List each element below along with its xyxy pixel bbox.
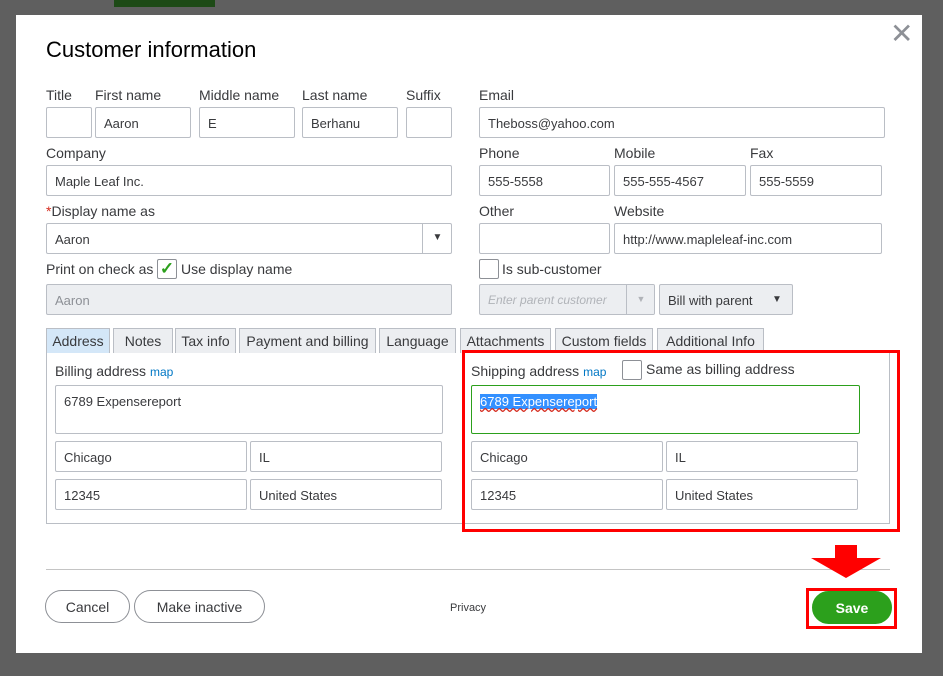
print-on-check-label: Print on check as	[46, 261, 154, 277]
chevron-down-icon[interactable]: ▼	[626, 285, 654, 314]
arrow-down-icon	[811, 545, 881, 578]
company-input[interactable]: Maple Leaf Inc.	[46, 165, 452, 196]
bill-with-parent-select[interactable]: Bill with parent ▼	[659, 284, 793, 315]
close-icon[interactable]: ✕	[890, 20, 913, 48]
use-display-name-label: Use display name	[181, 261, 293, 277]
print-on-check-input[interactable]: Aaron	[46, 284, 452, 315]
billing-map-link[interactable]: map	[150, 365, 173, 379]
billing-country-input[interactable]: United States	[250, 479, 442, 510]
footer-divider	[46, 569, 890, 570]
display-name-value: Aaron	[55, 232, 90, 247]
mobile-label: Mobile	[614, 145, 656, 161]
billing-state-input[interactable]: IL	[250, 441, 442, 472]
billing-address-label: Billing address	[55, 363, 147, 379]
title-label: Title	[46, 87, 72, 103]
first-name-input[interactable]: Aaron	[95, 107, 191, 138]
other-input[interactable]	[479, 223, 610, 254]
fax-input[interactable]: 555-5559	[750, 165, 882, 196]
billing-city-input[interactable]: Chicago	[55, 441, 247, 472]
suffix-label: Suffix	[406, 87, 441, 103]
chevron-down-icon[interactable]: ▼	[422, 224, 451, 253]
privacy-link[interactable]: Privacy	[450, 602, 486, 614]
tab-payment-and-billing[interactable]: Payment and billing	[239, 328, 376, 353]
annotation-highlight-box	[462, 350, 900, 532]
sub-customer-checkbox[interactable]	[479, 259, 499, 279]
email-input[interactable]: Theboss@yahoo.com	[479, 107, 885, 138]
bill-with-parent-value: Bill with parent	[668, 293, 753, 308]
first-name-label: First name	[95, 87, 162, 103]
display-name-label: Display name as	[51, 203, 155, 219]
dialog-title: Customer information	[46, 37, 257, 62]
mobile-input[interactable]: 555-555-4567	[614, 165, 746, 196]
sub-customer-label: Is sub-customer	[502, 261, 602, 277]
last-name-input[interactable]: Berhanu	[302, 107, 398, 138]
company-label: Company	[46, 145, 106, 161]
tab-tax-info[interactable]: Tax info	[175, 328, 236, 353]
billing-street-input[interactable]: 6789 Expensereport	[55, 385, 443, 434]
display-name-select[interactable]: Aaron ▼	[46, 223, 452, 254]
fax-label: Fax	[750, 145, 774, 161]
make-inactive-button[interactable]: Make inactive	[134, 590, 265, 623]
email-label: Email	[479, 87, 515, 103]
phone-label: Phone	[479, 145, 520, 161]
tab-language[interactable]: Language	[379, 328, 456, 353]
use-display-name-checkbox[interactable]: ✓	[157, 259, 177, 279]
background-app-bar	[114, 0, 215, 7]
cancel-button[interactable]: Cancel	[45, 590, 130, 623]
suffix-input[interactable]	[406, 107, 452, 138]
parent-customer-placeholder: Enter parent customer	[488, 293, 607, 307]
middle-name-input[interactable]: E	[199, 107, 295, 138]
other-label: Other	[479, 203, 515, 219]
website-label: Website	[614, 203, 665, 219]
tab-notes[interactable]: Notes	[113, 328, 173, 353]
parent-customer-select[interactable]: Enter parent customer ▼	[479, 284, 655, 315]
title-input[interactable]	[46, 107, 92, 138]
middle-name-label: Middle name	[199, 87, 280, 103]
last-name-label: Last name	[302, 87, 368, 103]
billing-zip-input[interactable]: 12345	[55, 479, 247, 510]
chevron-down-icon: ▼	[772, 294, 782, 305]
phone-input[interactable]: 555-5558	[479, 165, 610, 196]
website-input[interactable]: http://www.mapleleaf-inc.com	[614, 223, 882, 254]
tab-address[interactable]: Address	[46, 328, 110, 353]
save-button[interactable]: Save	[812, 591, 892, 624]
